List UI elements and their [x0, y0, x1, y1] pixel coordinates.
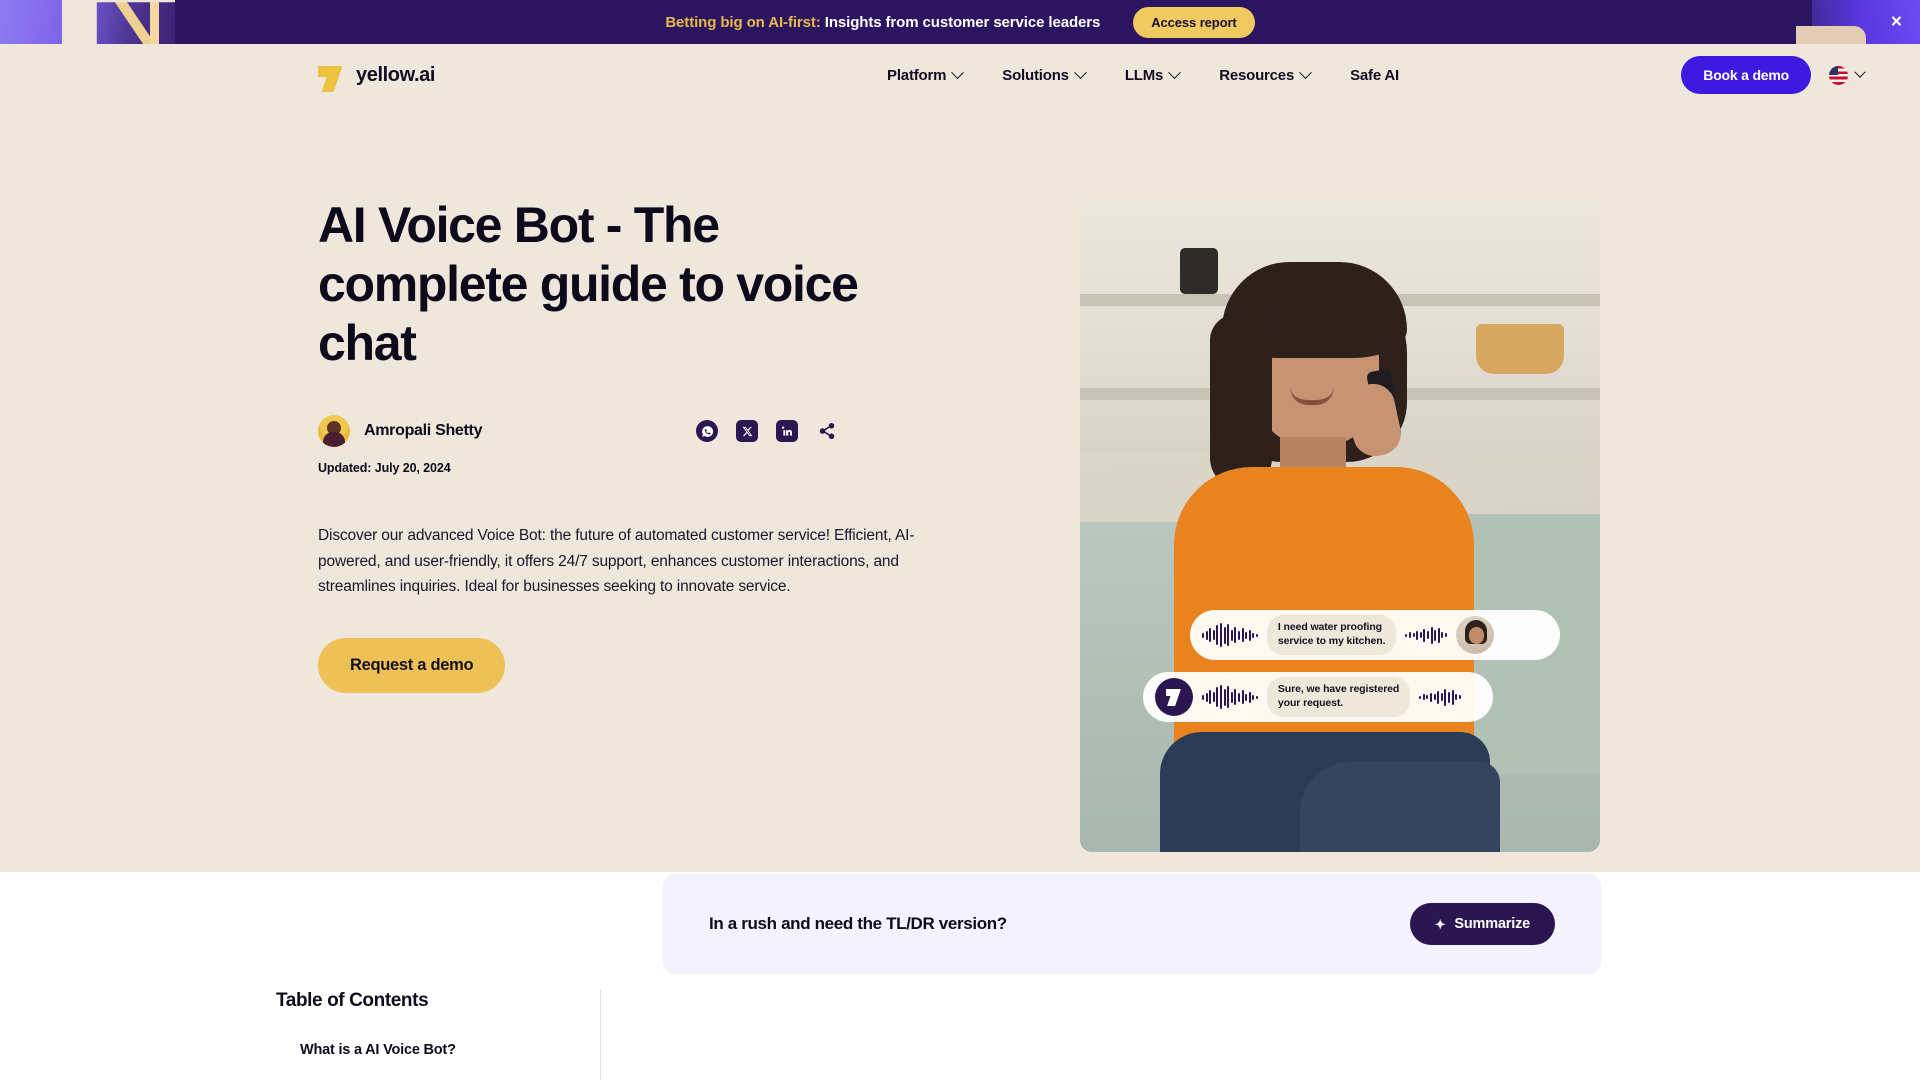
- summarize-label: Summarize: [1454, 916, 1530, 932]
- nav-item-solutions[interactable]: Solutions: [1002, 65, 1087, 84]
- brand-name: yellow.ai: [356, 63, 436, 86]
- waveform-icon: [1202, 685, 1258, 709]
- summarize-button[interactable]: ✦ Summarize: [1409, 903, 1555, 945]
- nav-item-llms[interactable]: LLMs: [1124, 65, 1182, 84]
- chat-message-text: I need water proofing service to my kitc…: [1266, 615, 1397, 655]
- toc-item-what-is-ai-voice-bot[interactable]: What is a AI Voice Bot?: [300, 1042, 580, 1058]
- main-navigation: yellow.ai Platform Solutions LLMs Resour…: [0, 44, 1920, 106]
- promo-banner: Betting big on AI-first: Insights from c…: [0, 0, 1920, 44]
- chat-bubble-bot: Sure, we have registered your request.: [1143, 672, 1493, 722]
- updated-date: Updated: July 20, 2024: [318, 461, 451, 475]
- hero-body: AI Voice Bot - The complete guide to voi…: [0, 106, 1920, 694]
- nav-item-platform[interactable]: Platform: [887, 65, 965, 84]
- banner-content: Betting big on AI-first: Insights from c…: [665, 6, 1255, 38]
- access-report-button[interactable]: Access report: [1133, 6, 1255, 38]
- author-name: Amropali Shetty: [364, 422, 483, 439]
- banner-streak-vertical: [150, 0, 159, 44]
- photo-person-on-phone: [1150, 262, 1500, 852]
- nav-item-label: Safe AI: [1350, 66, 1400, 84]
- hero-image: I need water proofing service to my kitc…: [1080, 202, 1600, 852]
- chat-bubble-user: I need water proofing service to my kitc…: [1190, 610, 1560, 660]
- nav-item-label: Platform: [887, 66, 947, 84]
- chevron-down-icon: [1854, 66, 1866, 78]
- chevron-down-icon: [1299, 65, 1312, 79]
- locale-selector[interactable]: [1829, 65, 1866, 85]
- sparkle-icon: ✦: [1434, 916, 1446, 932]
- chevron-down-icon: [1168, 65, 1182, 79]
- yellow-ai-bot-icon: [1155, 678, 1193, 716]
- table-of-contents: Table of Contents What is a AI Voice Bot…: [276, 990, 601, 1080]
- photo-basket: [1476, 324, 1564, 374]
- brand-logo-link[interactable]: yellow.ai: [318, 62, 436, 92]
- waveform-icon: [1202, 623, 1258, 647]
- hero-text-column: AI Voice Bot - The complete guide to voi…: [318, 196, 958, 694]
- waveform-icon: [1405, 623, 1447, 647]
- byline-row: Amropali Shetty: [318, 415, 958, 447]
- toc-title: Table of Contents: [276, 990, 429, 1011]
- book-demo-button[interactable]: Book a demo: [1681, 56, 1811, 94]
- banner-message: Betting big on AI-first: Insights from c…: [665, 14, 1100, 31]
- x-twitter-icon[interactable]: [736, 420, 758, 442]
- waveform-icon: [1419, 685, 1461, 709]
- social-share-group: [696, 420, 838, 442]
- content-section: Table of Contents What is a AI Voice Bot…: [0, 872, 1920, 1080]
- share-icon[interactable]: [816, 420, 838, 442]
- chat-message-text: Sure, we have registered your request.: [1266, 677, 1411, 717]
- close-icon[interactable]: ×: [1891, 13, 1902, 32]
- nav-item-resources[interactable]: Resources: [1219, 65, 1312, 84]
- chevron-down-icon: [951, 65, 965, 79]
- linkedin-icon[interactable]: [776, 420, 798, 442]
- hero-description: Discover our advanced Voice Bot: the fut…: [318, 527, 915, 596]
- hero-section: yellow.ai Platform Solutions LLMs Resour…: [0, 44, 1920, 872]
- yellow-ai-logo-icon: [318, 62, 345, 92]
- nav-links: Platform Solutions LLMs Resources Safe A…: [887, 65, 1399, 84]
- nav-actions: Book a demo: [1681, 56, 1866, 94]
- banner-highlight: Betting big on AI-first:: [665, 13, 821, 31]
- nav-item-label: LLMs: [1124, 66, 1164, 84]
- author-block: Amropali Shetty: [318, 415, 483, 447]
- request-demo-button[interactable]: Request a demo: [318, 638, 506, 694]
- nav-item-label: Solutions: [1002, 66, 1069, 84]
- banner-subtext: Insights from customer service leaders: [820, 13, 1101, 31]
- avatar: [1455, 616, 1494, 654]
- us-flag-icon: [1829, 65, 1848, 85]
- nav-item-label: Resources: [1219, 66, 1295, 84]
- avatar: [318, 415, 350, 447]
- chevron-down-icon: [1073, 65, 1087, 79]
- nav-item-safe-ai[interactable]: Safe AI: [1350, 67, 1399, 84]
- tldr-panel: In a rush and need the TL/DR version? ✦ …: [663, 874, 1601, 974]
- page-title: AI Voice Bot - The complete guide to voi…: [318, 197, 859, 371]
- banner-decoration-left: [0, 0, 175, 44]
- whatsapp-icon[interactable]: [696, 420, 718, 442]
- tldr-prompt: In a rush and need the TL/DR version?: [709, 914, 1007, 933]
